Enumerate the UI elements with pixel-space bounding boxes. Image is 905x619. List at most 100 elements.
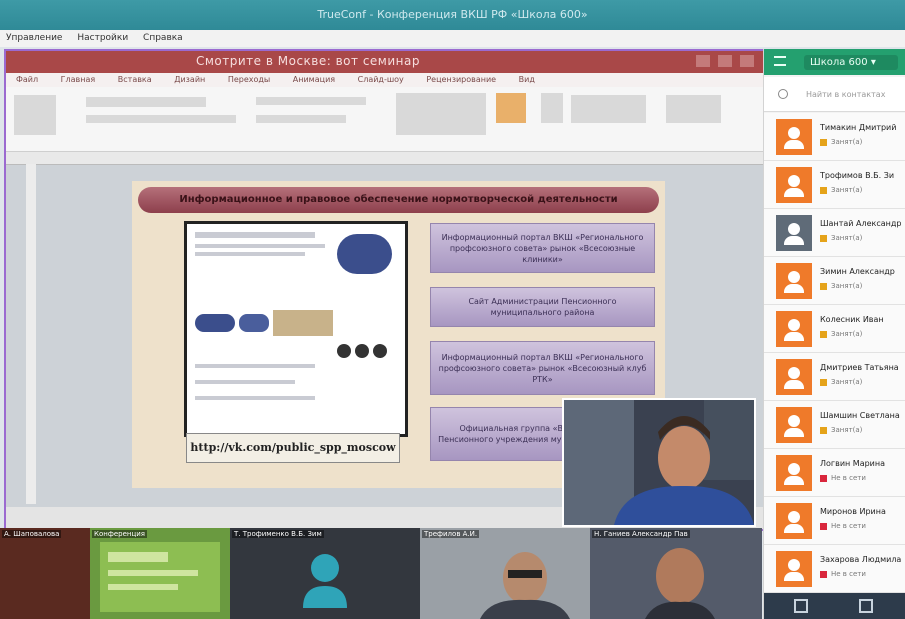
participant-name: Трофимов В.Б. Зи: [820, 171, 895, 180]
participant-item[interactable]: Тимакин Дмитрий Занят(а): [764, 113, 905, 161]
participant-item[interactable]: Миронов Ирина Не в сети: [764, 497, 905, 545]
status-indicator-icon: [820, 138, 827, 146]
group-name: Школа 600: [810, 57, 868, 68]
user-placeholder-icon: [303, 554, 347, 608]
avatar: [776, 551, 812, 587]
tab-insert[interactable]: Вставка: [108, 73, 162, 87]
participant-video-strip: А. Шаповалова Конференция Т. Трофименко …: [0, 528, 762, 619]
ribbon-toolbar: [6, 87, 763, 152]
status-indicator-icon: [820, 426, 827, 434]
maximize-icon[interactable]: [718, 55, 732, 67]
add-contact-icon[interactable]: [794, 599, 808, 613]
video-tile-image: [100, 542, 220, 612]
arrange-button[interactable]: [496, 93, 526, 123]
shape-fill-buttons[interactable]: [571, 95, 646, 123]
slide-url: http://vk.com/public_spp_moscow: [186, 433, 400, 463]
minimize-icon[interactable]: [696, 55, 710, 67]
participant-item[interactable]: Логвин Марина Не в сети: [764, 449, 905, 497]
search-icon: [778, 89, 788, 99]
tab-home[interactable]: Главная: [51, 73, 106, 87]
participant-item[interactable]: Зимин Александр Занят(а): [764, 257, 905, 305]
participant-status: Занят(а): [820, 186, 862, 194]
menu-item-manage[interactable]: Управление: [0, 30, 68, 47]
tab-file[interactable]: Файл: [6, 73, 48, 87]
search-input[interactable]: Найти в контактах: [806, 90, 885, 99]
tab-design[interactable]: Дизайн: [164, 73, 215, 87]
paste-button[interactable]: [14, 95, 56, 135]
participant-name: Колесник Иван: [820, 315, 884, 324]
video-tile-label: Конференция: [92, 530, 147, 538]
status-indicator-icon: [820, 234, 827, 242]
avatar: [776, 215, 812, 251]
sidebar-footer: [764, 593, 905, 619]
slide-box-2: Сайт Администрации Пенсионного муниципал…: [430, 287, 655, 327]
speaker-video[interactable]: [562, 398, 756, 527]
avatar: [776, 503, 812, 539]
participant-item[interactable]: Захарова Людмила Не в сети: [764, 545, 905, 593]
status-indicator-icon: [820, 570, 827, 578]
avatar: [776, 455, 812, 491]
participant-status: Занят(а): [820, 234, 862, 242]
participant-item[interactable]: Колесник Иван Занят(а): [764, 305, 905, 353]
status-indicator-icon: [820, 330, 827, 338]
avatar: [776, 311, 812, 347]
sidebar-header: Школа 600 ▾: [764, 49, 905, 75]
slide-banner: Информационное и правовое обеспечение но…: [138, 187, 659, 213]
participant-name: Дмитриев Татьяна: [820, 363, 899, 372]
window-title: TrueConf - Конференция ВКШ РФ «Школа 600…: [0, 0, 905, 30]
participant-status-text: Занят(а): [831, 378, 863, 386]
tab-transitions[interactable]: Переходы: [218, 73, 280, 87]
slide-box-3: Информационный портал ВКШ «Регионального…: [430, 341, 655, 395]
font-selector[interactable]: [86, 97, 206, 107]
presentation-title: Смотрите в Москве: вот семинар: [196, 54, 420, 68]
group-selector[interactable]: Школа 600 ▾: [804, 55, 898, 70]
participant-name: Миронов Ирина: [820, 507, 886, 516]
menu-icon[interactable]: [774, 56, 786, 66]
status-indicator-icon: [820, 522, 827, 530]
participant-status: Занят(а): [820, 282, 862, 290]
participant-status: Занят(а): [820, 330, 862, 338]
participant-status-text: Не в сети: [831, 570, 866, 578]
avatar: [776, 263, 812, 299]
edit-icon[interactable]: [859, 599, 873, 613]
status-indicator-icon: [820, 474, 827, 482]
menu-item-settings[interactable]: Настройки: [71, 30, 134, 47]
quick-styles-button[interactable]: [541, 93, 563, 123]
close-icon[interactable]: [740, 55, 754, 67]
participant-status: Не в сети: [820, 474, 866, 482]
participant-item[interactable]: Шантай Александр Занят(а): [764, 209, 905, 257]
video-tile-label: А. Шаповалова: [2, 530, 62, 538]
video-tile[interactable]: Т. Трофименко В.Б. Зим: [230, 528, 420, 619]
video-tile[interactable]: А. Шаповалова: [0, 528, 90, 619]
menu-bar: Управление Настройки Справка: [0, 30, 905, 47]
contact-search[interactable]: Найти в контактах: [764, 77, 905, 112]
participant-name: Тимакин Дмитрий: [820, 123, 897, 132]
video-tile[interactable]: Конференция: [90, 528, 230, 619]
video-tile[interactable]: Н. Ганиев Александр Пав: [590, 528, 762, 619]
menu-item-help[interactable]: Справка: [137, 30, 189, 47]
participant-name: Шантай Александр: [820, 219, 902, 228]
participant-item[interactable]: Трофимов В.Б. Зи Занят(а): [764, 161, 905, 209]
tab-animations[interactable]: Анимация: [283, 73, 345, 87]
font-format-buttons[interactable]: [86, 115, 236, 123]
editing-buttons[interactable]: [666, 95, 721, 123]
tab-view[interactable]: Вид: [509, 73, 545, 87]
tab-slideshow[interactable]: Слайд-шоу: [348, 73, 414, 87]
video-tile-image: [590, 528, 762, 619]
participant-name: Логвин Марина: [820, 459, 886, 468]
paragraph-buttons[interactable]: [256, 97, 366, 105]
participant-status-text: Не в сети: [831, 474, 866, 482]
tab-review[interactable]: Рецензирование: [416, 73, 506, 87]
participant-status: Занят(а): [820, 426, 862, 434]
participant-name: Зимин Александр: [820, 267, 895, 276]
video-tile[interactable]: Трефилов А.И.: [420, 528, 590, 619]
video-tile-label: Трефилов А.И.: [422, 530, 480, 538]
participant-status: Занят(а): [820, 378, 862, 386]
status-indicator-icon: [820, 282, 827, 290]
participant-item[interactable]: Дмитриев Татьяна Занят(а): [764, 353, 905, 401]
participant-list: Тимакин Дмитрий Занят(а) Трофимов В.Б. Зи З…: [764, 113, 905, 593]
alignment-buttons[interactable]: [256, 115, 346, 123]
participant-item[interactable]: Шамшин Светлана Занят(а): [764, 401, 905, 449]
participant-status: Занят(а): [820, 138, 862, 146]
shapes-gallery[interactable]: [396, 93, 486, 135]
